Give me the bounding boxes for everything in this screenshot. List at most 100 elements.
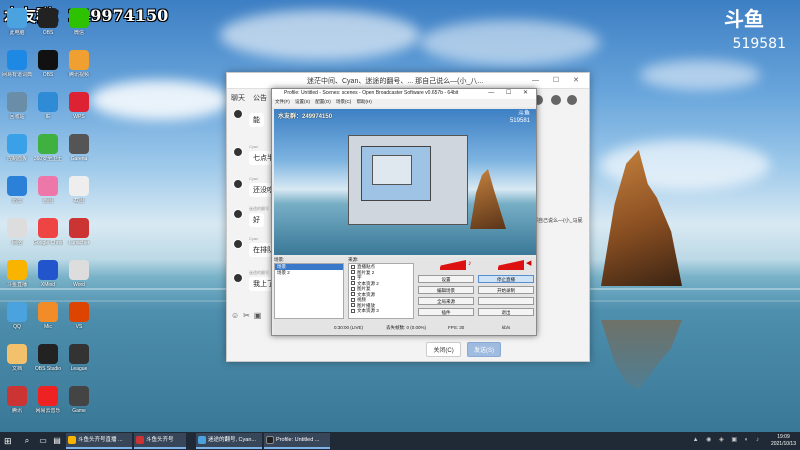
menu-file[interactable]: 文件(F) <box>275 99 290 104</box>
taskbar-item[interactable]: 斗鱼头齐号 <box>134 433 186 449</box>
source-visibility-checkbox[interactable] <box>351 286 355 291</box>
send-button[interactable]: 发送(S) <box>467 342 501 357</box>
group-member-name: 那自己说么—(小_马屁 <box>533 218 583 224</box>
taskbar-item[interactable]: Profile: Untitled ... <box>264 433 330 449</box>
tab-chat[interactable]: 聊天 <box>231 95 245 102</box>
taskbar-clock[interactable]: 19:09 2021/10/13 <box>771 434 796 448</box>
desktop-icon[interactable]: 斗鱼直播 <box>2 260 32 300</box>
desktop-icon[interactable]: 此电脑 <box>2 8 32 48</box>
desktop-icon[interactable]: 网易云音乐 <box>33 386 63 426</box>
source-item[interactable]: 文本资源 3 <box>349 308 413 314</box>
menu-help[interactable]: 帮助(H) <box>357 99 372 104</box>
desktop-icon[interactable]: OBS Studio <box>33 344 63 384</box>
scissors-icon[interactable]: ✂ <box>243 311 254 320</box>
desktop-icon[interactable]: 迅雷 <box>2 176 32 216</box>
menu-settings[interactable]: 设置(S) <box>295 99 310 104</box>
source-visibility-checkbox[interactable] <box>351 264 355 269</box>
chat-tabs: 聊天 公告 <box>231 93 273 103</box>
desktop-icon[interactable]: Mic <box>33 302 63 342</box>
desktop-icon[interactable]: Garena <box>64 134 94 174</box>
desktop-icon[interactable]: Lunacher <box>64 218 94 258</box>
menu-scene[interactable]: 场景(C) <box>336 99 351 104</box>
system-tray[interactable]: ▲ ◉ ◈ ▣ ◐ ♪ <box>693 436 762 443</box>
obs-control-button[interactable]: 插件 <box>418 308 474 316</box>
source-visibility-checkbox[interactable] <box>351 275 355 280</box>
source-visibility-checkbox[interactable] <box>351 270 355 275</box>
desktop-icon[interactable]: 画图 <box>33 176 63 216</box>
desktop-volume-meter[interactable] <box>478 260 524 270</box>
source-item-label: 图片复 <box>357 286 371 291</box>
network-icon <box>7 218 27 238</box>
taskbar-item[interactable]: 迷途的翻号, Cyan... <box>196 433 262 449</box>
source-item-label: 图片复 2 <box>357 269 375 275</box>
clock-date: 2021/10/13 <box>770 441 796 447</box>
obs-control-button[interactable]: 开始录制 <box>478 286 534 294</box>
obs-control-button[interactable] <box>478 297 534 305</box>
recursive-preview-inner <box>361 146 431 201</box>
obs-icon <box>38 50 58 70</box>
close-button[interactable]: 关闭(C) <box>426 342 461 357</box>
source-visibility-checkbox[interactable] <box>351 297 355 302</box>
obs-icon <box>38 344 58 364</box>
desktop-icon[interactable]: Google Chrome <box>33 218 63 258</box>
desktop-icon[interactable]: IE <box>33 92 63 132</box>
desktop-icon-label: 此电脑 <box>9 30 25 36</box>
tab-notice[interactable]: 公告 <box>253 95 267 102</box>
desktop-icon[interactable]: VS <box>64 302 94 342</box>
menu-profile[interactable]: 配置(O) <box>315 99 331 104</box>
desktop-icon[interactable]: Word <box>64 260 94 300</box>
desktop-icon[interactable]: XMind <box>33 260 63 300</box>
source-visibility-checkbox[interactable] <box>351 292 355 297</box>
file-explorer-icon[interactable]: ▤ <box>52 436 62 446</box>
desktop-icon-label: 画图 <box>42 198 53 204</box>
source-visibility-checkbox[interactable] <box>351 308 355 313</box>
obs-control-button[interactable]: 设置 <box>418 275 474 283</box>
desktop-icon[interactable]: OBS <box>33 8 63 48</box>
image-icon[interactable]: ▣ <box>254 311 266 320</box>
obs-control-button[interactable]: 全局来源 <box>418 297 474 305</box>
desktop-icon[interactable]: 360安全卫士 <box>33 134 63 174</box>
desktop-icon[interactable]: 腾讯视频 <box>64 50 94 90</box>
message-sender: 迷途的翻号 <box>249 270 269 275</box>
scene-item[interactable]: 场景 2 <box>275 270 343 276</box>
more-icon[interactable] <box>551 95 561 105</box>
search-icon[interactable]: ⌕ <box>22 436 32 446</box>
task-view-icon[interactable]: ▭ <box>38 436 48 446</box>
desktop-icon[interactable]: 控制面板 <box>2 134 32 174</box>
emoji-icon[interactable]: ☺ <box>231 311 243 320</box>
desktop-icon[interactable]: WPS <box>64 92 94 132</box>
window-controls[interactable]: — ☐ ✕ <box>532 76 585 84</box>
chat-titlebar[interactable]: 迷茫中间、Cyan、迷途的翻号、... 那自己说么—(小_八... — ☐ ✕ <box>227 73 589 89</box>
desktop-icon[interactable]: 网络 <box>2 218 32 258</box>
desktop-icon-label: OBS <box>42 30 54 36</box>
obs-titlebar[interactable]: Profile: Untitled - Scenes: scenes - Ope… <box>272 89 536 99</box>
desktop-icon[interactable]: 回收站 <box>2 92 32 132</box>
mic-volume-meter[interactable] <box>420 260 466 270</box>
speaker-icon[interactable]: ◀ <box>526 260 534 268</box>
list-item: Cyan 在排队 <box>233 236 278 257</box>
source-visibility-checkbox[interactable] <box>351 281 355 286</box>
obs-control-button[interactable]: 退出 <box>478 308 534 316</box>
obs-window[interactable]: Profile: Untitled - Scenes: scenes - Ope… <box>271 88 537 336</box>
desktop-icon[interactable]: OBS <box>33 50 63 90</box>
taskbar-item[interactable]: 斗鱼头齐号直播 ... <box>66 433 132 449</box>
obs-control-button[interactable]: 停止直播 <box>478 275 534 283</box>
desktop-icon[interactable]: Game <box>64 386 94 426</box>
desktop-icon[interactable]: League <box>64 344 94 384</box>
desktop-icon-label: WPS <box>73 114 85 120</box>
cloud <box>90 80 230 120</box>
obs-control-button[interactable]: 编辑场景 <box>418 286 474 294</box>
desktop-icon[interactable]: 文档 <box>2 344 32 384</box>
taskbar-item-label: 迷途的翻号, Cyan... <box>208 437 256 443</box>
desktop-icon[interactable]: QQ <box>2 302 32 342</box>
menu-icon[interactable] <box>567 95 577 105</box>
windows-start-icon[interactable]: ⊞ <box>4 436 14 446</box>
mic-icon[interactable]: ♪ <box>468 260 476 268</box>
source-item-label: 文本资源 2 <box>357 280 379 286</box>
desktop-icon[interactable]: 网易有道词典 <box>2 50 32 90</box>
window-controls[interactable]: — ☐ ✕ <box>488 89 533 96</box>
source-visibility-checkbox[interactable] <box>351 303 355 308</box>
desktop-icon[interactable]: 腾讯 <box>2 386 32 426</box>
desktop-icon[interactable]: 截图 <box>64 176 94 216</box>
desktop-icon[interactable]: 微信 <box>64 8 94 48</box>
